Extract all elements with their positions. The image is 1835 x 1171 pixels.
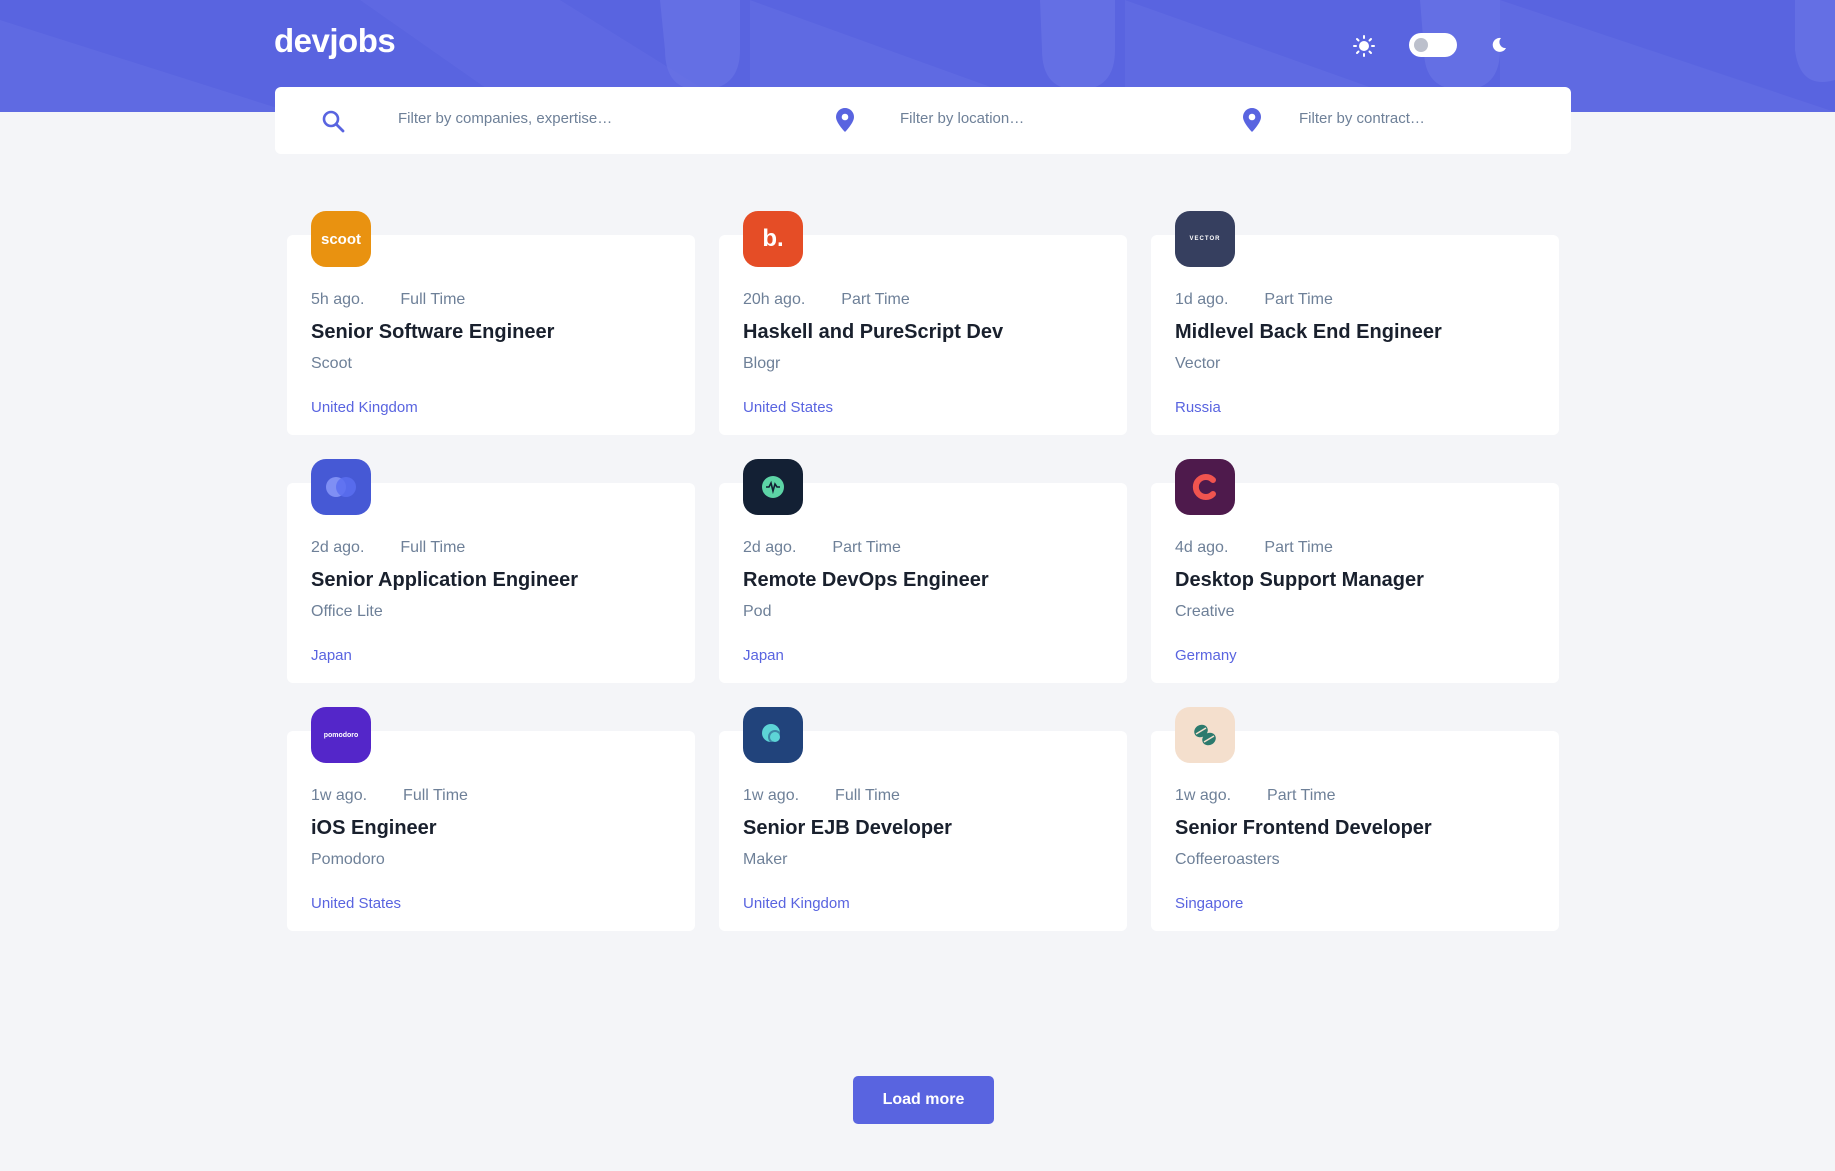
logo-text: VECTOR <box>1189 236 1221 242</box>
theme-toggle[interactable] <box>1409 33 1457 57</box>
job-meta: 1d ago. Part Time <box>1175 291 1333 309</box>
contract-type: Full Time <box>400 539 466 556</box>
job-title[interactable]: Senior Software Engineer <box>311 321 554 344</box>
title-filter-input[interactable]: Filter by companies, expertise… <box>398 110 612 127</box>
job-location: United States <box>743 399 834 416</box>
company-name: Maker <box>743 851 788 868</box>
posted-time: 4d ago. <box>1175 539 1229 556</box>
company-name: Coffeeroasters <box>1175 851 1280 868</box>
job-location: United Kingdom <box>743 895 850 912</box>
job-card[interactable]: 2d ago. Full Time Senior Application Engi… <box>287 459 695 683</box>
job-meta: 2d ago. Part Time <box>743 539 901 557</box>
company-logo-vector: VECTOR <box>1175 211 1235 267</box>
devjobs-logo[interactable]: devjobs <box>274 22 396 60</box>
posted-time: 1w ago. <box>1175 787 1232 804</box>
search-icon <box>322 110 345 133</box>
company-logo-pomodoro: pomodoro <box>311 707 371 763</box>
location-pin-icon <box>1243 108 1261 132</box>
job-card[interactable]: b. 20h ago. Part Time Haskell and PureScr… <box>719 211 1127 435</box>
posted-time: 5h ago. <box>311 291 365 308</box>
theme-switcher <box>1353 31 1506 61</box>
job-card[interactable]: 1w ago. Full Time Senior EJB Developer Ma… <box>719 707 1127 931</box>
posted-time: 1w ago. <box>311 787 368 804</box>
company-logo-creative <box>1175 459 1235 515</box>
job-title[interactable]: Senior EJB Developer <box>743 817 952 840</box>
filter-bar: Filter by companies, expertise… Filter b… <box>275 87 1571 154</box>
job-meta: 2d ago. Full Time <box>311 539 465 557</box>
posted-time: 2d ago. <box>743 539 797 556</box>
company-name: Pod <box>743 603 772 620</box>
job-location: Japan <box>311 647 352 664</box>
job-location: Japan <box>743 647 784 664</box>
job-location: Singapore <box>1175 895 1244 912</box>
theme-toggle-knob <box>1414 38 1428 52</box>
contract-type: Part Time <box>1264 539 1333 556</box>
job-card[interactable]: scoot 5h ago. Full Time Senior Software E… <box>287 211 695 435</box>
company-name: Pomodoro <box>311 851 385 868</box>
company-name: Blogr <box>743 355 781 372</box>
company-name: Creative <box>1175 603 1235 620</box>
contract-filter-input[interactable]: Filter by contract… <box>1299 110 1425 127</box>
job-card[interactable]: VECTOR 1d ago. Part Time Midlevel Back En… <box>1151 211 1559 435</box>
company-name: Vector <box>1175 355 1221 372</box>
logo-text: pomodoro <box>323 731 359 739</box>
company-logo-scoot: scoot <box>311 211 371 267</box>
company-logo-blogr: b. <box>743 211 803 267</box>
job-title[interactable]: Desktop Support Manager <box>1175 569 1424 592</box>
posted-time: 20h ago. <box>743 291 806 308</box>
posted-time: 2d ago. <box>311 539 365 556</box>
job-location: United Kingdom <box>311 399 418 416</box>
job-meta: 1w ago. Part Time <box>1175 787 1336 805</box>
load-more-button[interactable]: Load more <box>853 1076 994 1124</box>
logo-text: b. <box>762 225 784 252</box>
job-card[interactable]: pomodoro 1w ago. Full Time iOS Engineer P… <box>287 707 695 931</box>
moon-icon <box>1492 37 1506 52</box>
title-filter[interactable]: Filter by companies, expertise… <box>275 87 775 154</box>
company-logo-office-lite <box>311 459 371 515</box>
location-filter[interactable]: Filter by location… <box>775 87 1175 154</box>
job-title[interactable]: Senior Application Engineer <box>311 569 578 592</box>
job-meta: 20h ago. Part Time <box>743 291 910 309</box>
posted-time: 1d ago. <box>1175 291 1229 308</box>
contract-type: Full Time <box>400 291 466 308</box>
company-name: Scoot <box>311 355 352 372</box>
maker-logo-icon <box>762 724 782 744</box>
job-location: Germany <box>1175 647 1237 664</box>
creative-logo-icon <box>1192 474 1216 500</box>
job-meta: 1w ago. Full Time <box>311 787 468 805</box>
logo-text: scoot <box>320 230 361 248</box>
job-card[interactable]: 1w ago. Part Time Senior Frontend Develop… <box>1151 707 1559 931</box>
contract-filter[interactable]: Filter by contract… <box>1175 87 1571 154</box>
office-lite-logo-icon <box>326 477 356 497</box>
company-logo-pod <box>743 459 803 515</box>
company-name: Office Lite <box>311 603 383 620</box>
job-location: Russia <box>1175 399 1221 416</box>
job-meta: 1w ago. Full Time <box>743 787 900 805</box>
job-location: United States <box>311 895 402 912</box>
job-meta: 5h ago. Full Time <box>311 291 465 309</box>
job-title[interactable]: iOS Engineer <box>311 817 437 840</box>
location-filter-input[interactable]: Filter by location… <box>900 110 1024 127</box>
company-logo-maker <box>743 707 803 763</box>
job-meta: 4d ago. Part Time <box>1175 539 1333 557</box>
job-title[interactable]: Midlevel Back End Engineer <box>1175 321 1442 344</box>
location-pin-icon <box>836 108 854 132</box>
sun-icon <box>1353 35 1375 57</box>
job-title[interactable]: Senior Frontend Developer <box>1175 817 1432 840</box>
contract-type: Part Time <box>841 291 910 308</box>
posted-time: 1w ago. <box>743 787 800 804</box>
coffeeroasters-logo-icon <box>1194 724 1216 746</box>
job-title[interactable]: Haskell and PureScript Dev <box>743 321 1003 344</box>
company-logo-coffeeroasters <box>1175 707 1235 763</box>
contract-type: Full Time <box>835 787 900 804</box>
contract-type: Part Time <box>832 539 901 556</box>
pod-logo-icon <box>762 476 784 498</box>
job-title[interactable]: Remote DevOps Engineer <box>743 569 989 592</box>
job-card[interactable]: 4d ago. Part Time Desktop Support Manager… <box>1151 459 1559 683</box>
contract-type: Full Time <box>403 787 468 804</box>
contract-type: Part Time <box>1264 291 1333 308</box>
job-card[interactable]: 2d ago. Part Time Remote DevOps Engineer … <box>719 459 1127 683</box>
contract-type: Part Time <box>1267 787 1336 804</box>
